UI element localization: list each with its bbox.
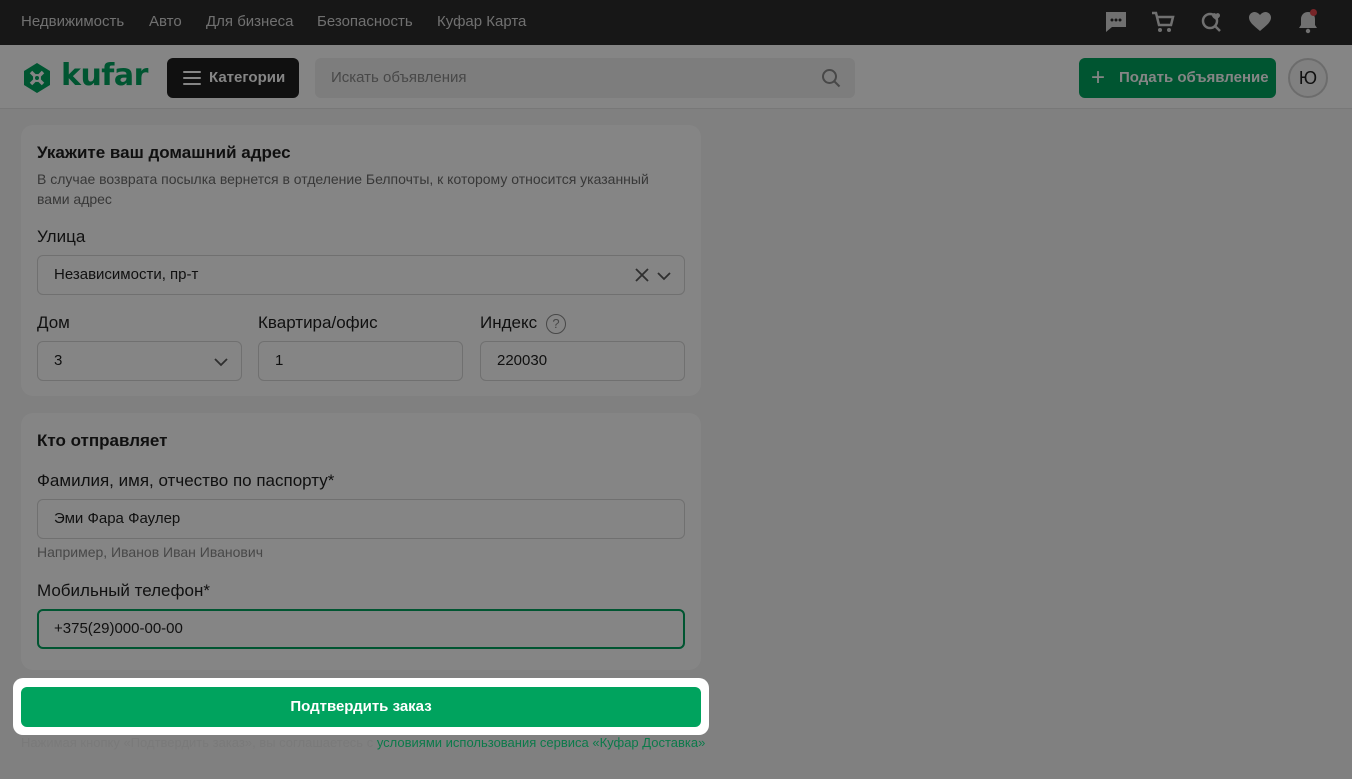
terms-link[interactable]: условиями использования сервиса «Куфар Д… [377, 735, 706, 750]
dim-overlay [0, 0, 1352, 779]
confirm-order-button[interactable]: Подтвердить заказ [21, 687, 701, 727]
terms-note: Нажимая кнопку «Подтвердить заказ», вы с… [21, 735, 705, 750]
terms-text: Нажимая кнопку «Подтвердить заказ», вы с… [21, 735, 377, 750]
